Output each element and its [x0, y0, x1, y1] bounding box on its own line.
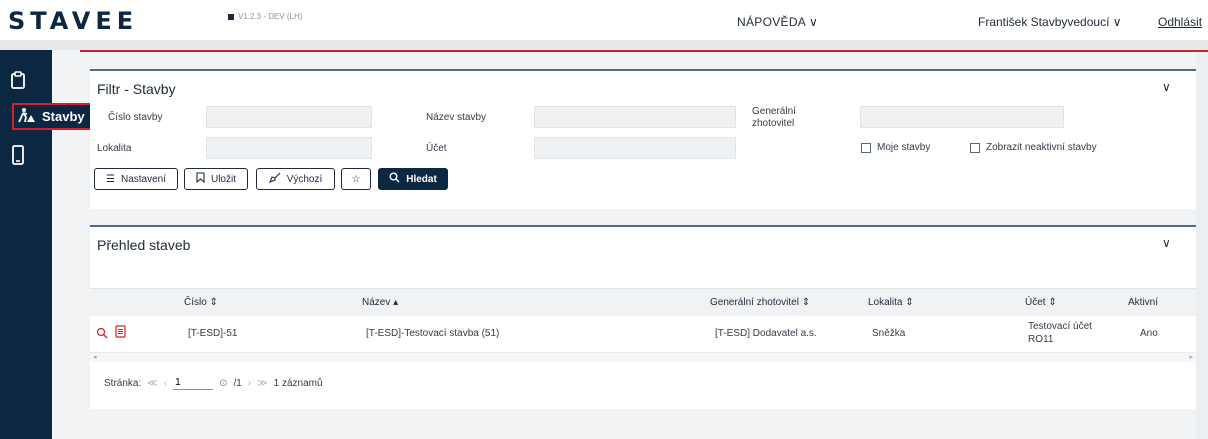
ulozit-label: Uložit [210, 173, 236, 185]
cislo-input[interactable] [206, 106, 372, 128]
go-icon[interactable]: ⊙ [219, 378, 227, 389]
checkbox-label: Zobrazit neaktivní stavby [986, 142, 1097, 153]
table-row[interactable]: [T-ESD]-51 [T-ESD]-Testovací stavba (51)… [90, 316, 1196, 352]
user-menu[interactable]: František Stavbyvedoucí ∨ [978, 15, 1122, 29]
col-lokalita[interactable]: Lokalita ⇕ [868, 297, 914, 308]
ucet-input[interactable] [534, 137, 736, 159]
checkbox-label: Moje stavby [877, 142, 931, 153]
prev-page-icon[interactable]: ‹ [164, 378, 167, 389]
menu-icon: ☰ [106, 173, 115, 185]
ulozit-button[interactable]: Uložit [184, 168, 248, 190]
cell-lokalita: Sněžka [872, 328, 906, 339]
moje-stavby-checkbox[interactable]: Moje stavby [861, 142, 930, 153]
pager-label: Stránka: [104, 377, 142, 389]
document-icon[interactable] [115, 325, 126, 343]
filter-title: Filtr - Stavby [97, 81, 176, 97]
page-scrollbar[interactable] [1196, 52, 1208, 439]
first-page-icon[interactable]: ≪ [147, 378, 157, 389]
app-logo[interactable]: STAVEE [8, 9, 138, 33]
page-input[interactable] [173, 376, 214, 390]
cell-aktivni: Ano [1140, 328, 1158, 339]
cell-cislo: [T-ESD]-51 [188, 328, 238, 339]
accent-divider [80, 50, 1208, 52]
nastaveni-button[interactable]: ☰ Nastavení [94, 168, 178, 190]
table-horizontal-scrollbar[interactable]: ◂ ▸ [90, 352, 1196, 362]
cell-nazev: [T-ESD]-Testovací stavba (51) [366, 328, 500, 339]
mobile-icon[interactable] [10, 145, 28, 165]
search-icon[interactable] [96, 326, 108, 344]
broom-icon [268, 172, 281, 186]
hledat-label: Hledat [406, 173, 437, 185]
lokalita-input[interactable] [206, 137, 372, 159]
logout-link[interactable]: Odhlásit [1158, 15, 1202, 29]
cell-ucet-line1: Testovací účet [1028, 321, 1092, 332]
nazev-input[interactable] [534, 106, 736, 128]
vychozi-label: Výchozí [286, 173, 323, 185]
hledat-button[interactable]: Hledat [378, 168, 448, 190]
favorite-button[interactable]: ☆ [341, 168, 371, 190]
top-bar: STAVEE V1.2.3 - DEV (LH) NÁPOVĚDA ∨ Fran… [0, 0, 1208, 40]
col-nazev[interactable]: Název ▴ [362, 297, 398, 308]
scroll-right-arrow-icon[interactable]: ▸ [1189, 353, 1193, 361]
sidebar-item-label: Stavby [42, 109, 85, 124]
cell-ucet-line2: RO11 [1028, 334, 1054, 345]
gen-label-1: Generální [752, 106, 796, 117]
version-info: V1.2.3 - DEV (LH) [228, 12, 302, 21]
col-ucet[interactable]: Účet ⇕ [1025, 297, 1057, 308]
star-icon: ☆ [351, 173, 361, 185]
record-count: 1 záznamů [273, 377, 323, 389]
zhotovitel-input[interactable] [860, 106, 1064, 128]
cell-zhotovitel: [T-ESD] Dodavatel a.s. [715, 328, 817, 339]
help-menu[interactable]: NÁPOVĚDA ∨ [737, 15, 818, 29]
version-square-icon [228, 13, 234, 20]
pagination: Stránka: ≪ ‹ ⊙ /1 › ≫ 1 záznamů [104, 376, 323, 390]
neaktivni-checkbox[interactable]: Zobrazit neaktivní stavby [970, 142, 1097, 153]
lokalita-label: Lokalita [97, 143, 132, 154]
bookmark-icon [196, 172, 205, 186]
construction-worker-icon [18, 107, 36, 126]
checkbox-box[interactable] [861, 142, 871, 153]
top-gap [0, 40, 1208, 50]
col-cislo[interactable]: Číslo ⇕ [184, 297, 218, 308]
scroll-left-arrow-icon[interactable]: ◂ [93, 353, 97, 361]
table-header: Číslo ⇕ Název ▴ Generální zhotovitel ⇕ L… [90, 288, 1196, 317]
nastaveni-label: Nastavení [120, 173, 166, 185]
next-page-icon[interactable]: › [248, 378, 251, 389]
chevron-down-icon[interactable]: ∨ [1162, 80, 1171, 94]
overview-title: Přehled staveb [97, 237, 191, 253]
page-total: /1 [233, 377, 242, 389]
cislo-label: Číslo stavby [108, 112, 163, 123]
col-zhotovitel[interactable]: Generální zhotovitel ⇕ [710, 297, 810, 308]
ucet-label: Účet [426, 143, 447, 154]
checkbox-box[interactable] [970, 142, 980, 153]
col-aktivni[interactable]: Aktivní [1128, 297, 1158, 308]
chevron-down-icon[interactable]: ∨ [1162, 236, 1171, 250]
last-page-icon[interactable]: ≫ [257, 378, 267, 389]
search-icon [389, 172, 400, 186]
clipboard-icon[interactable] [10, 70, 28, 90]
version-label: V1.2.3 - DEV (LH) [238, 12, 303, 21]
vychozi-button[interactable]: Výchozí [256, 168, 335, 190]
gen-label-2: zhotovitel [752, 118, 795, 129]
nazev-label: Název stavby [426, 112, 487, 123]
